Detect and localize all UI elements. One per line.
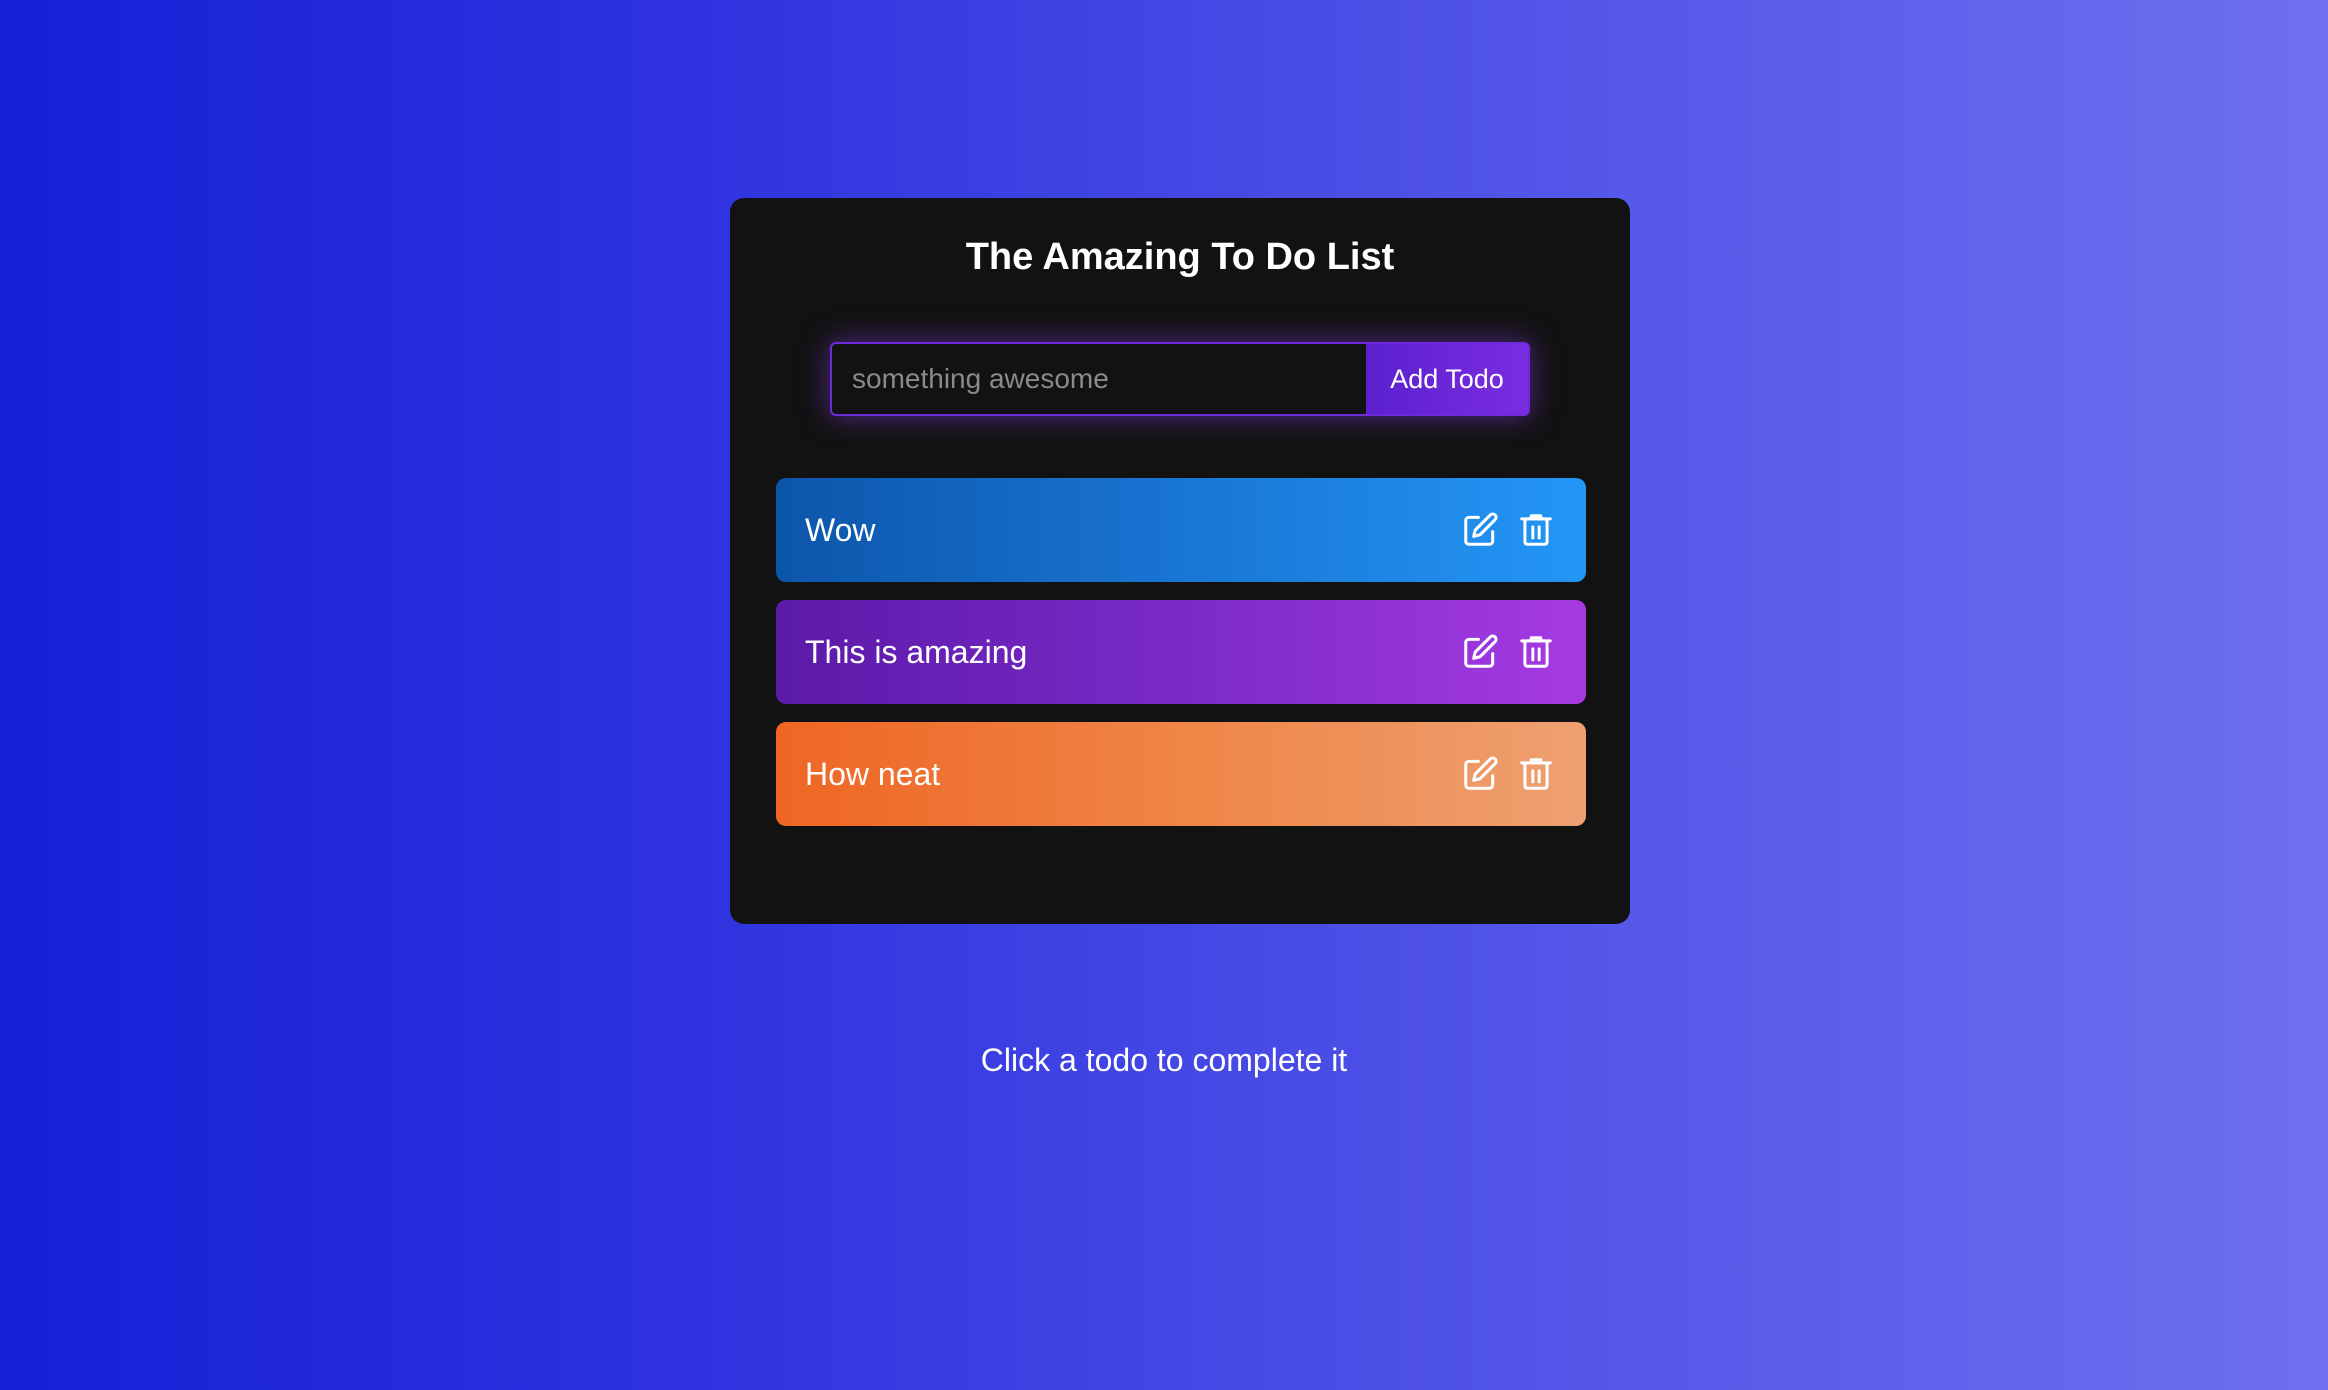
trash-icon[interactable] <box>1516 510 1556 550</box>
todo-app-card: The Amazing To Do List Add Todo Wow <box>730 198 1630 924</box>
todo-text: How neat <box>805 755 941 792</box>
todo-item[interactable]: This is amazing <box>776 600 1586 704</box>
app-title: The Amazing To Do List <box>965 236 1395 278</box>
todo-text: Wow <box>805 511 876 548</box>
edit-icon[interactable] <box>1460 632 1500 672</box>
edit-icon[interactable] <box>1460 754 1500 794</box>
todo-actions <box>1460 632 1556 672</box>
todo-actions <box>1460 754 1556 794</box>
trash-icon[interactable] <box>1516 754 1556 794</box>
footer-hint: Click a todo to complete it <box>980 1042 1348 1078</box>
todo-item[interactable]: How neat <box>776 722 1586 826</box>
todo-list: Wow This is amazing How neat <box>776 478 1586 844</box>
todo-actions <box>1460 510 1556 550</box>
todo-text: This is amazing <box>805 633 1028 670</box>
add-todo-button[interactable]: Add Todo <box>1366 342 1530 416</box>
add-todo-form: Add Todo <box>830 342 1530 416</box>
todo-item[interactable]: Wow <box>776 478 1586 582</box>
todo-input[interactable] <box>830 342 1366 416</box>
trash-icon[interactable] <box>1516 632 1556 672</box>
edit-icon[interactable] <box>1460 510 1500 550</box>
